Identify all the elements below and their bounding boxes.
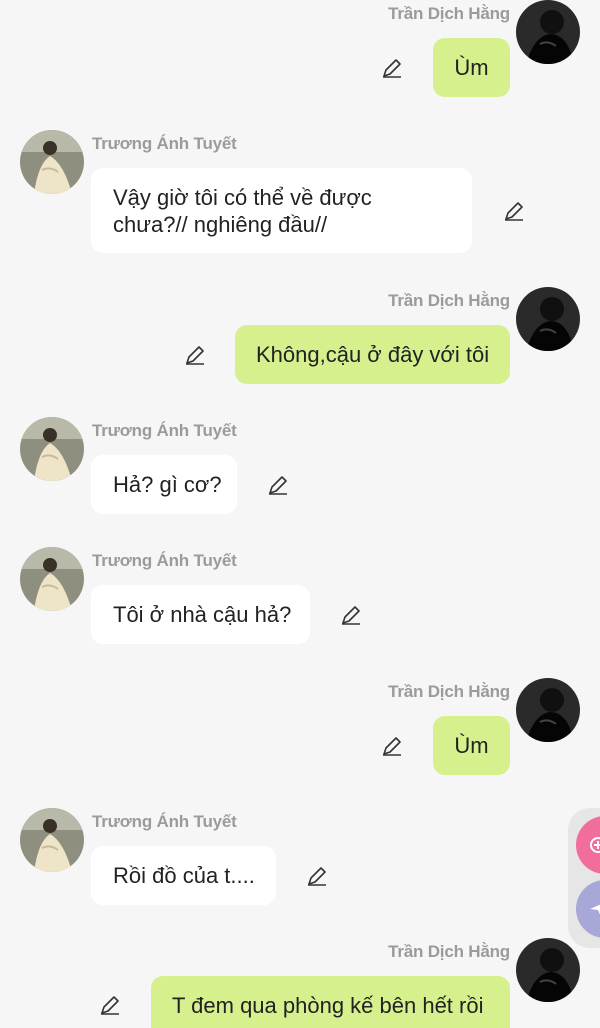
- avatar[interactable]: [516, 678, 580, 742]
- avatar[interactable]: [20, 417, 84, 481]
- message-bubble[interactable]: Ùm: [433, 38, 510, 97]
- message-bubble[interactable]: Tôi ở nhà cậu hả?: [91, 585, 310, 644]
- paper-plane-icon: [588, 899, 600, 919]
- avatar[interactable]: [516, 287, 580, 351]
- message-bubble[interactable]: Ùm: [433, 716, 510, 775]
- message-bubble[interactable]: Vậy giờ tôi có thể về được chưa?// nghiê…: [91, 168, 472, 253]
- edit-icon[interactable]: [183, 343, 207, 367]
- sender-name: Trương Ánh Tuyết: [92, 812, 237, 831]
- send-button[interactable]: [576, 880, 600, 938]
- sender-name: Trần Dịch Hằng: [388, 942, 510, 961]
- floating-action-panel: [568, 808, 600, 948]
- avatar[interactable]: [516, 938, 580, 1002]
- edit-icon[interactable]: [305, 864, 329, 888]
- edit-icon[interactable]: [380, 56, 404, 80]
- avatar[interactable]: [516, 0, 580, 64]
- sender-name: Trương Ánh Tuyết: [92, 551, 237, 570]
- sender-name: Trần Dịch Hằng: [388, 291, 510, 310]
- sender-name: Trần Dịch Hằng: [388, 4, 510, 23]
- edit-icon[interactable]: [266, 473, 290, 497]
- message-bubble[interactable]: Hả? gì cơ?: [91, 455, 237, 514]
- message-bubble[interactable]: T đem qua phòng kế bên hết rồi: [151, 976, 510, 1028]
- edit-icon[interactable]: [98, 993, 122, 1017]
- avatar[interactable]: [20, 547, 84, 611]
- plus-circle-icon: [588, 835, 600, 855]
- sender-name: Trương Ánh Tuyết: [92, 421, 237, 440]
- edit-icon[interactable]: [502, 199, 526, 223]
- message-bubble[interactable]: Rồi đồ của t....: [91, 846, 276, 905]
- sender-name: Trương Ánh Tuyết: [92, 134, 237, 153]
- edit-icon[interactable]: [339, 603, 363, 627]
- edit-icon[interactable]: [380, 734, 404, 758]
- chat-thread: Trần Dịch Hằng Ùm Trương Ánh Tuyết Vậy g…: [0, 0, 600, 1028]
- sender-name: Trần Dịch Hằng: [388, 682, 510, 701]
- avatar[interactable]: [20, 808, 84, 872]
- add-button[interactable]: [576, 816, 600, 874]
- message-bubble[interactable]: Không,cậu ở đây với tôi: [235, 325, 510, 384]
- avatar[interactable]: [20, 130, 84, 194]
